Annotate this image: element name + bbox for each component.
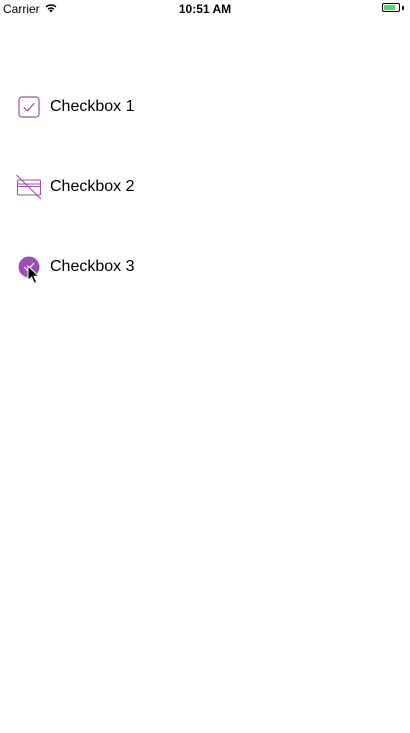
checkbox-2[interactable]: Checkbox 2 xyxy=(16,174,135,200)
battery-fill xyxy=(384,5,395,10)
status-bar: Carrier 10:51 AM xyxy=(0,0,410,18)
card-disabled-icon[interactable] xyxy=(16,174,42,200)
checkbox-label: Checkbox 3 xyxy=(50,258,135,275)
status-right xyxy=(382,3,404,12)
checkbox-square-checked-icon[interactable] xyxy=(16,94,42,120)
checkbox-1[interactable]: Checkbox 1 xyxy=(16,94,135,120)
screen: Carrier 10:51 AM Checkbox 1 Checkbox 2 C… xyxy=(0,0,410,733)
checkbox-label: Checkbox 1 xyxy=(50,98,135,115)
mouse-pointer-icon xyxy=(27,264,41,285)
battery-icon xyxy=(382,3,400,12)
checkbox-label: Checkbox 2 xyxy=(50,178,135,195)
status-time: 10:51 AM xyxy=(178,2,232,16)
battery-tip xyxy=(402,5,404,10)
